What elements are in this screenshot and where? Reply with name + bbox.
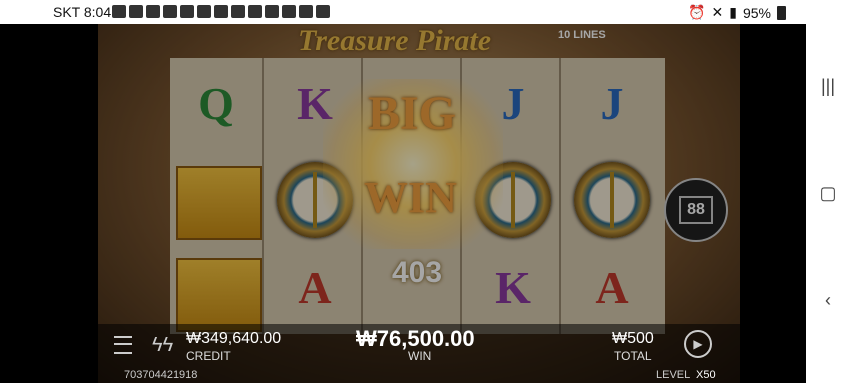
slot-game[interactable]: Treasure Pirate 10 LINES Q K A J K J A B… [98,24,740,383]
symbol-q: Q [198,78,234,129]
autoplay-icon[interactable]: ▶ [684,330,712,358]
notification-icon [231,5,245,18]
big-win-text: BIG [368,87,457,140]
battery-icon [777,5,786,20]
notification-icon [282,5,296,18]
compass-symbol [574,162,650,238]
notification-icon [112,5,126,18]
notification-icon [265,5,279,18]
notification-icon [299,5,313,18]
level-label: LEVEL [656,369,691,381]
home-icon[interactable]: ▢ [819,184,837,202]
mute-icon: ✕ [711,4,724,20]
menu-icon[interactable] [114,336,132,354]
notification-icon [197,5,211,18]
gold-coins-symbol [176,258,262,332]
notification-icon [146,5,160,18]
symbol-k: K [495,262,531,313]
credit-label: CREDIT [186,349,231,363]
turbo-icon[interactable]: ϟϟ [152,334,173,357]
session-id: 703704421918 [124,369,198,381]
notification-icons [112,5,330,18]
notification-icon [316,5,330,18]
notification-icon [163,5,177,18]
recent-apps-icon[interactable]: ||| [819,77,837,95]
win-label: WIN [408,349,432,363]
status-bar: SKT 8:04 ⏰ ✕ ▮ 95% [0,0,806,24]
level-value: X50 [696,369,716,381]
credit-value: ₩349,640.00 [186,330,282,347]
navigation-bar: ||| ▢ ‹ [806,0,850,383]
signal-icon: ▮ [729,4,737,20]
bonus-count: 88 [679,196,713,224]
notification-icon [214,5,228,18]
bottom-bar: ϟϟ ₩349,640.00 CREDIT ₩76,500.00 WIN ₩50… [98,324,740,383]
lines-badge: 10 LINES [558,29,606,41]
win-text: WIN [364,173,457,222]
game-title: Treasure Pirate [298,24,492,57]
battery-percent: 95% [742,4,771,21]
carrier-time: SKT 8:04 [53,4,112,20]
win-counter: 403 [392,256,443,289]
reel-1: Q [170,58,264,334]
alarm-icon: ⏰ [688,4,706,20]
notification-icon [180,5,194,18]
notification-icon [129,5,143,18]
back-icon[interactable]: ‹ [819,291,837,309]
total-value: ₩500 [612,330,654,347]
notification-icon [248,5,262,18]
symbol-j: J [600,78,624,129]
symbol-a: A [595,262,629,313]
reel-5: J A [566,58,658,334]
symbol-a: A [298,262,332,313]
bonus-counter-button[interactable]: 88 [664,178,728,242]
gold-coins-symbol [176,166,262,240]
system-icons: ⏰ ✕ ▮ 95% [688,4,786,21]
total-label: TOTAL [614,349,652,363]
